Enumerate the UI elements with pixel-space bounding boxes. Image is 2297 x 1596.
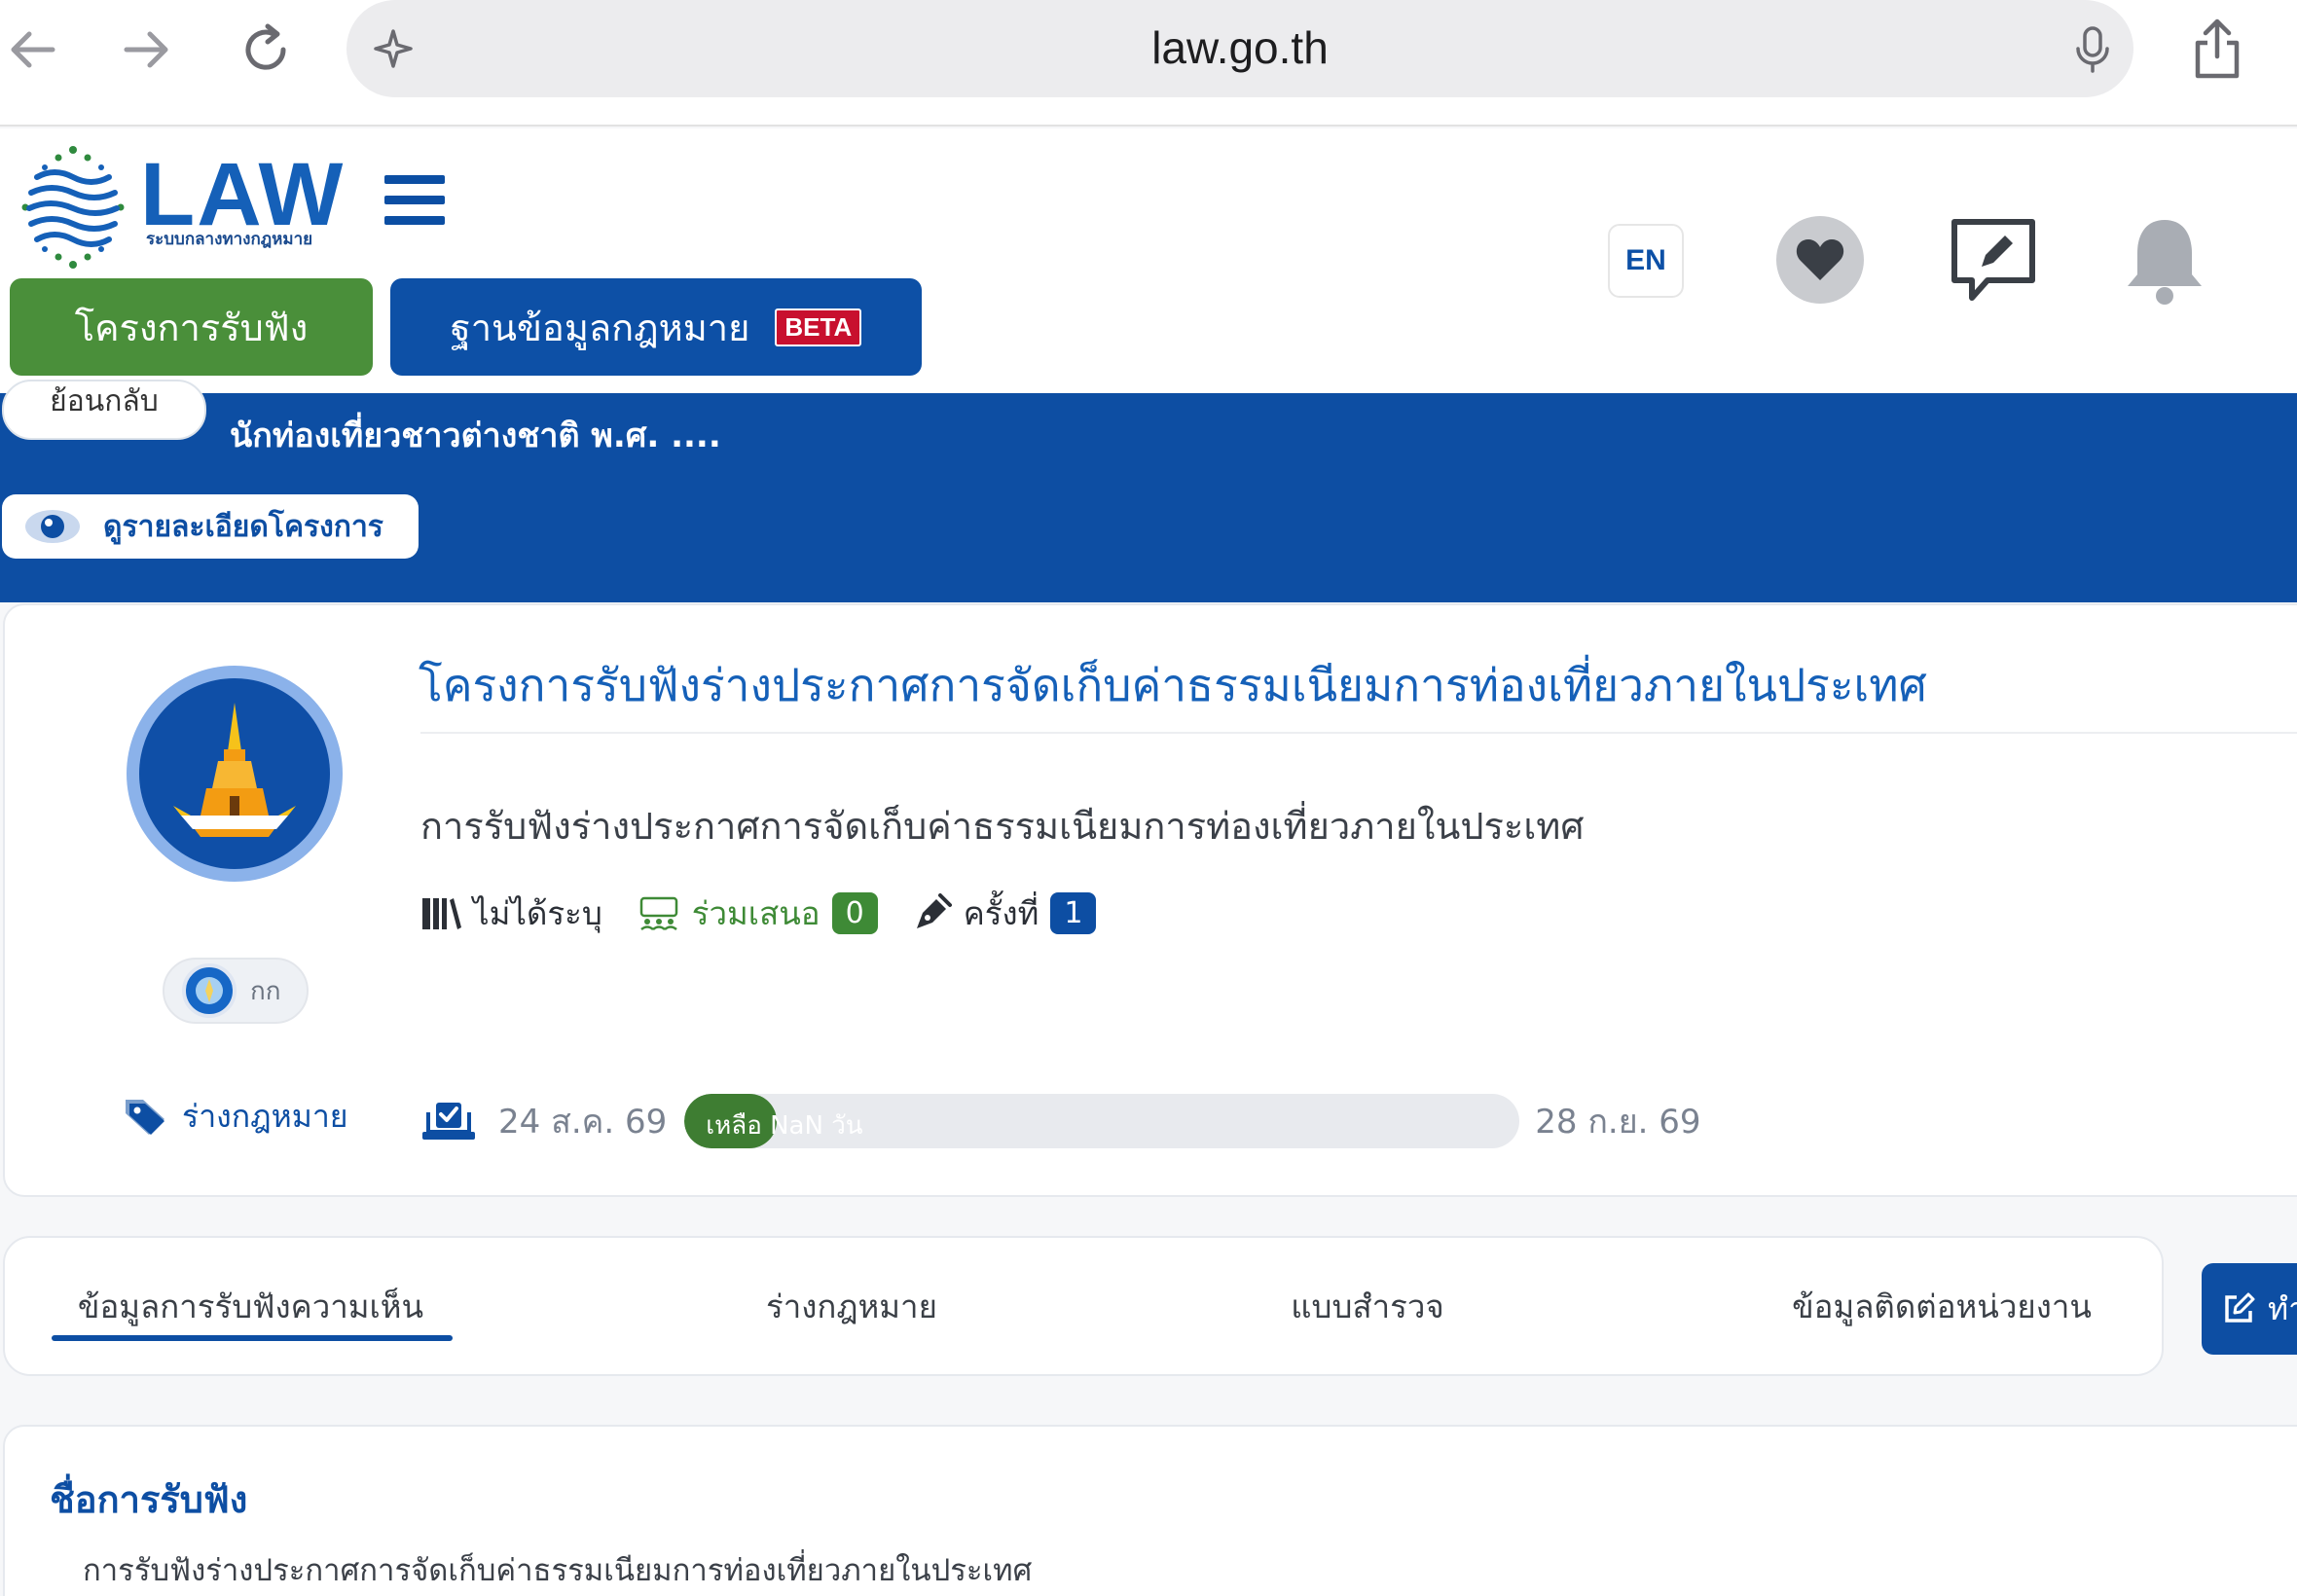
reload-icon[interactable]: [234, 18, 298, 82]
temple-pagoda-icon: [173, 703, 296, 837]
agency-seal-icon: [182, 963, 237, 1018]
nav-database-label: ฐานข้อมูลกฎหมาย: [450, 306, 750, 349]
round-label: ครั้งที่: [963, 893, 1039, 932]
view-detail-button[interactable]: ดูรายละเอียดโครงการ: [2, 494, 419, 559]
browser-toolbar: law.go.th: [0, 0, 2297, 127]
hearing-name-section: ชื่อการรับฟัง การรับฟังร่างประกาศการจัดเ…: [3, 1425, 2297, 1596]
back-arrow-icon[interactable]: [0, 18, 64, 82]
page: law.go.th LAW ระบบกลางทางกฎหมาย โครงการร…: [0, 0, 2297, 1596]
tab-label: ข้อมูลการรับฟังความเห็น: [77, 1287, 424, 1325]
pen-nib-icon: [916, 893, 952, 928]
sparkle-icon[interactable]: [370, 25, 417, 76]
category-meta: ไม่ได้ระบุ: [420, 888, 602, 939]
project-card: กก ร่างกฎหมาย โครงการรับฟังร่างประกาศการ…: [3, 603, 2297, 1197]
tab-label: ร่างกฎหมาย: [766, 1287, 937, 1325]
language-toggle-button[interactable]: EN: [1608, 224, 1684, 298]
feedback-icon[interactable]: [1949, 216, 2038, 309]
microphone-icon[interactable]: [2073, 25, 2112, 78]
beta-badge: BETA: [775, 308, 862, 346]
agency-chip[interactable]: กก: [163, 958, 309, 1024]
tab-label: ข้อมูลติดต่อหน่วยงาน: [1792, 1287, 2092, 1325]
tag-label: ร่างกฎหมาย: [182, 1098, 348, 1135]
action-label: ทำ: [2268, 1289, 2297, 1327]
project-banner: ย้อนกลับ นักท่องเที่ยวชาวต่างชาติ พ.ศ. .…: [0, 380, 2297, 602]
view-detail-label: ดูรายละเอียดโครงการ: [103, 509, 383, 544]
back-button[interactable]: ย้อนกลับ: [2, 380, 206, 440]
forward-arrow-icon[interactable]: [115, 18, 179, 82]
tag-icon: [126, 1099, 164, 1135]
participate-label: ร่วมเสนอ: [691, 893, 820, 932]
remaining-time-progress: เหลือ NaN วัน: [684, 1094, 1520, 1148]
nav-projects-label: โครงการรับฟัง: [74, 306, 309, 349]
write-comment-button[interactable]: ทำ: [2202, 1263, 2297, 1355]
active-tab-indicator: [52, 1335, 453, 1341]
address-bar[interactable]: law.go.th: [346, 0, 2133, 97]
start-date: 24 ส.ค. 69: [498, 1103, 668, 1142]
end-date: 28 ก.ย. 69: [1535, 1103, 1701, 1142]
url-text: law.go.th: [1151, 22, 1329, 73]
banner-title: นักท่องเที่ยวชาวต่างชาติ พ.ศ. ....: [230, 417, 721, 455]
project-avatar: [127, 666, 343, 882]
category-label: ไม่ได้ระบุ: [473, 893, 602, 932]
logo-subtitle: ระบบกลางทางกฎหมาย: [146, 230, 313, 249]
agency-name: กก: [250, 976, 281, 1006]
round-meta: ครั้งที่ 1: [913, 888, 1097, 939]
project-title: โครงการรับฟังร่างประกาศการจัดเก็บค่าธรรม…: [419, 659, 1927, 711]
title-divider: [420, 732, 2297, 734]
tab-bar: ข้อมูลการรับฟังความเห็น ร่างกฎหมาย แบบสำ…: [3, 1236, 2164, 1376]
project-description: การรับฟังร่างประกาศการจัดเก็บค่าธรรมเนีย…: [420, 805, 1585, 848]
group-icon: [639, 896, 678, 931]
books-icon: [422, 898, 461, 929]
hamburger-menu-icon[interactable]: [384, 175, 445, 230]
tab-draft-law[interactable]: ร่างกฎหมาย: [667, 1238, 1037, 1374]
eye-icon: [25, 510, 80, 543]
site-header: LAW ระบบกลางทางกฎหมาย โครงการรับฟัง ฐานข…: [0, 128, 2297, 393]
participate-meta: ร่วมเสนอ 0: [638, 888, 878, 939]
round-number-badge: 1: [1050, 891, 1097, 934]
section-value: การรับฟังร่างประกาศการจัดเก็บค่าธรรมเนีย…: [83, 1553, 1033, 1588]
nav-projects-button[interactable]: โครงการรับฟัง: [10, 278, 373, 376]
tab-hearing-info[interactable]: ข้อมูลการรับฟังความเห็น: [5, 1238, 496, 1374]
project-timeline: 24 ส.ค. 69 เหลือ NaN วัน 28 ก.ย. 69: [420, 1092, 1701, 1150]
favorite-heart-icon[interactable]: [1776, 216, 1864, 304]
section-title: ชื่อการรับฟัง: [50, 1478, 248, 1521]
share-icon[interactable]: [2188, 18, 2246, 86]
remaining-text: เหลือ NaN วัน: [706, 1111, 863, 1141]
back-label: ย้อนกลับ: [50, 384, 159, 418]
tab-agency-contact[interactable]: ข้อมูลติดต่อหน่วยงาน: [1737, 1238, 2146, 1374]
participate-count-badge: 0: [831, 891, 878, 934]
notification-bell-icon[interactable]: [2124, 214, 2206, 311]
law-logo-icon[interactable]: [19, 144, 127, 274]
nav-database-button[interactable]: ฐานข้อมูลกฎหมาย BETA: [390, 278, 922, 376]
calendar-check-icon: [422, 1103, 475, 1140]
project-meta: ไม่ได้ระบุ ร่วมเสนอ 0 ครั้งที่ 1: [420, 888, 1131, 938]
tab-label: แบบสำรวจ: [1291, 1287, 1444, 1325]
tab-survey[interactable]: แบบสำรวจ: [1192, 1238, 1543, 1374]
edit-icon: [2225, 1292, 2255, 1323]
project-tag[interactable]: ร่างกฎหมาย: [122, 1092, 348, 1142]
